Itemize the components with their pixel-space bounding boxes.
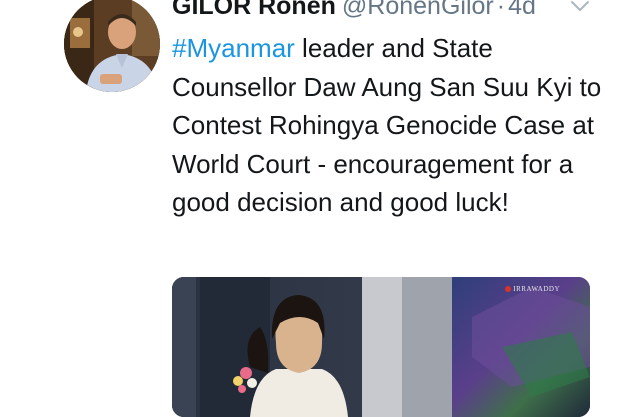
chevron-down-icon[interactable] bbox=[568, 0, 592, 18]
tweet-timestamp[interactable]: 4d bbox=[508, 0, 536, 20]
author-handle[interactable]: @RonenGilor bbox=[342, 0, 494, 20]
author-avatar[interactable] bbox=[64, 0, 160, 92]
media-photo bbox=[172, 277, 590, 417]
media-watermark: IRRAWADDY bbox=[505, 285, 560, 293]
tweet-media-image[interactable]: IRRAWADDY bbox=[172, 277, 590, 417]
avatar-photo bbox=[64, 0, 160, 92]
tweet-text: #Myanmar leader and State Counsellor Daw… bbox=[172, 29, 612, 222]
author-display-name[interactable]: GILOR Ronen bbox=[172, 0, 336, 20]
hashtag-link[interactable]: #Myanmar bbox=[172, 33, 295, 63]
header-separator: · bbox=[496, 0, 506, 20]
media-watermark-text: IRRAWADDY bbox=[513, 285, 560, 293]
tweet-header: GILOR Ronen @RonenGilor · 4d bbox=[172, 0, 536, 24]
irrawaddy-logo-icon bbox=[505, 286, 512, 293]
